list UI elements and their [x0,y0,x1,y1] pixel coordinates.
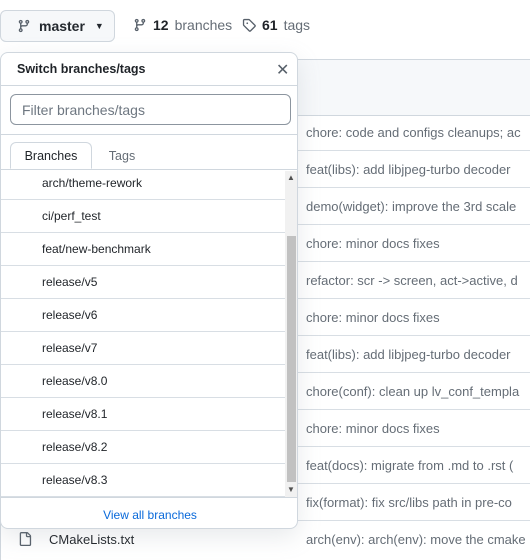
branch-select-button[interactable]: master ▼ [0,10,115,42]
branch-list-item[interactable]: release/v8.3 [1,464,285,497]
tag-icon [242,18,256,32]
branch-list-item[interactable]: release/v8.1 [1,398,285,431]
commit-message-link[interactable]: chore: code and configs cleanups; ac [306,125,521,140]
view-all-branches-link[interactable]: View all branches [1,508,297,522]
scroll-down-arrow-icon[interactable]: ▼ [287,485,295,494]
file-name-link[interactable]: CMakeLists.txt [49,532,134,547]
commit-message-link[interactable]: arch(env): arch(env): move the cmake [306,532,526,547]
commit-message-link[interactable]: chore: minor docs fixes [306,421,440,436]
divider [1,497,297,498]
tags-count: 61 [262,17,278,33]
tags-label: tags [283,17,311,33]
divider [1,85,297,86]
close-icon[interactable]: ✕ [276,60,289,80]
chevron-down-icon: ▼ [94,21,104,31]
branch-list-item[interactable]: release/v7 [1,332,285,365]
commit-message-link[interactable]: feat(libs): add libjpeg-turbo decoder [306,162,511,177]
commit-message-link[interactable]: chore(conf): clean up lv_conf_templa [306,384,519,399]
commit-message-link[interactable]: fix(format): fix src/libs path in pre-co [306,495,512,510]
commit-message-link[interactable]: feat(docs): migrate from .md to .rst ( [306,458,513,473]
commit-message-link[interactable]: feat(libs): add libjpeg-turbo decoder [306,347,511,362]
tab-branches[interactable]: Branches [10,142,92,169]
branches-count: 12 [153,17,169,33]
current-branch-label: master [39,18,85,34]
branch-list-item[interactable]: arch/theme-rework [1,171,285,200]
commit-message-link[interactable]: chore: minor docs fixes [306,236,440,251]
branch-list-item[interactable]: release/v5 [1,266,285,299]
scrollbar[interactable]: ▲ ▼ [285,171,297,497]
commit-message-link[interactable]: refactor: scr -> screen, act->active, d [306,273,518,288]
scrollbar-thumb[interactable] [287,236,296,482]
filter-branches-input[interactable] [10,94,291,125]
commit-message-link[interactable]: demo(widget): improve the 3rd scale [306,199,516,214]
divider [1,134,297,135]
branch-list-item[interactable]: release/v8.2 [1,431,285,464]
tab-tags[interactable]: Tags [93,142,151,169]
dropdown-title: Switch branches/tags [17,62,146,76]
git-branch-icon [134,18,146,32]
branches-label: branches [174,17,233,33]
commit-message-link[interactable]: chore: minor docs fixes [306,310,440,325]
branch-dropdown: Switch branches/tags ✕ Branches Tags arc… [0,52,298,529]
git-branch-icon [18,19,30,33]
branches-link[interactable]: 12 branches [133,17,232,33]
branch-tag-tabs: Branches Tags [1,142,297,170]
branch-list-item[interactable]: release/v8.0 [1,365,285,398]
branch-list-item[interactable]: feat/new-benchmark [1,233,285,266]
branch-list-item[interactable]: release/v6 [1,299,285,332]
scroll-up-arrow-icon[interactable]: ▲ [287,173,295,182]
branch-list: arch/theme-rework ci/perf_test feat/new-be… [1,171,285,497]
file-icon [19,532,32,546]
tags-link[interactable]: 61 tags [242,17,310,33]
branch-list-item[interactable]: ci/perf_test [1,200,285,233]
repo-toolbar: master ▼ 12 branches 61 tags [0,0,530,52]
